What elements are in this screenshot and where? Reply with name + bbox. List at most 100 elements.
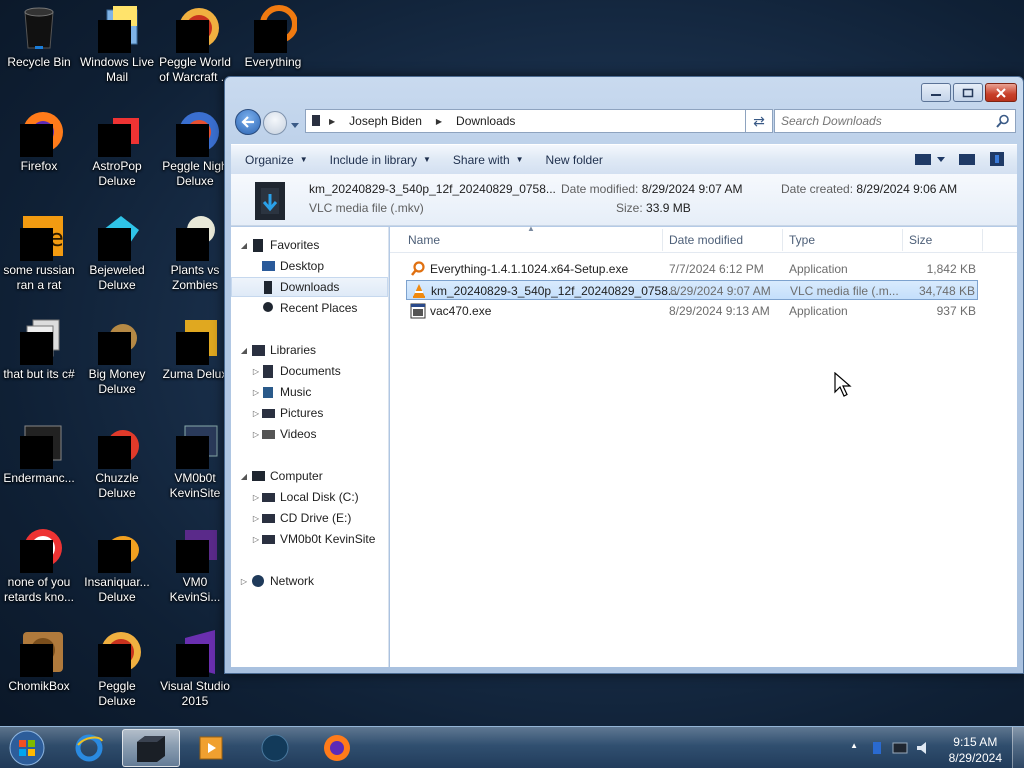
expanded-triangle-icon[interactable]: ◢ xyxy=(239,346,249,355)
collapsed-triangle-icon[interactable]: ▷ xyxy=(251,367,261,376)
breadcrumb-separator-icon: ▶ xyxy=(435,116,443,126)
table-row[interactable]: vac470.exe 8/29/2024 9:13 AM Application… xyxy=(406,301,978,321)
nav-cd-drive[interactable]: ▷ CD Drive (E:) xyxy=(231,508,388,528)
nav-desktop[interactable]: Desktop xyxy=(231,256,388,276)
nav-network[interactable]: ▷ Network xyxy=(231,571,388,591)
expanded-triangle-icon[interactable]: ◢ xyxy=(239,472,249,481)
search-input[interactable] xyxy=(775,110,985,132)
show-desktop-button[interactable] xyxy=(1012,727,1024,768)
volume-icon[interactable] xyxy=(916,741,930,755)
desktop-icon-bejeweled[interactable]: Bejeweled Deluxe xyxy=(78,208,156,304)
nav-local-disk[interactable]: ▷ Local Disk (C:) xyxy=(231,487,388,507)
desktop-icon-some-russian[interactable]: e some russian ran a rat xyxy=(0,208,78,304)
taskbar-internet-explorer[interactable] xyxy=(60,729,118,767)
desktop-icon-peggle-deluxe[interactable]: Peggle Deluxe xyxy=(78,624,156,720)
maximize-button[interactable] xyxy=(953,83,983,102)
collapsed-triangle-icon[interactable]: ▷ xyxy=(251,388,261,397)
nav-downloads[interactable]: Downloads xyxy=(231,277,388,297)
network-tray-icon[interactable] xyxy=(892,741,908,755)
details-date-created: 8/29/2024 9:06 AM xyxy=(856,182,958,196)
desktop-icon-vm0-kevinsite[interactable]: VM0 KevinSi... xyxy=(156,520,234,616)
change-view-button[interactable] xyxy=(915,152,945,169)
search-icon xyxy=(996,114,1009,128)
nav-vm0b0t-kevinsite[interactable]: ▷ VM0b0t KevinSite xyxy=(231,529,388,549)
cd-drive-icon xyxy=(262,514,275,523)
file-type: VLC media file (.m... xyxy=(790,284,899,298)
preview-pane-button[interactable] xyxy=(959,152,975,169)
desktop-icon-windows-live-mail[interactable]: Windows Live Mail xyxy=(78,0,156,96)
desktop-icon-peggle-nights[interactable]: Peggle Nigh Deluxe xyxy=(156,104,234,200)
desktop-icon-none-of-you[interactable]: none of you retards kno... xyxy=(0,520,78,616)
breadcrumb-joseph-biden[interactable]: Joseph Biden xyxy=(349,114,422,128)
taskbar-media-player[interactable] xyxy=(182,729,240,767)
clock[interactable]: 9:15 AM 8/29/2024 xyxy=(949,734,1002,766)
desktop-icon-peggle-wow[interactable]: Peggle World of Warcraft ... xyxy=(156,0,234,96)
desktop-icon-zuma[interactable]: Zuma Delux xyxy=(156,312,234,408)
column-header-name[interactable]: Name xyxy=(408,233,440,247)
collapsed-triangle-icon[interactable]: ▷ xyxy=(251,514,261,523)
view-controls xyxy=(915,151,1005,170)
table-row-selected[interactable]: km_20240829-3_540p_12f_20240829_0758... … xyxy=(406,280,978,300)
desktop-icon-astropop[interactable]: AstroPop Deluxe xyxy=(78,104,156,200)
recent-pages-button[interactable] xyxy=(291,118,299,132)
nav-libraries[interactable]: ◢ Libraries xyxy=(231,340,388,360)
desktop-icon-chomikbox[interactable]: ChomikBox xyxy=(0,624,78,720)
desktop-icon-recycle-bin[interactable]: Recycle Bin xyxy=(0,0,78,96)
taskbar-firefox[interactable] xyxy=(308,729,366,767)
taskbar-explorer[interactable] xyxy=(122,729,180,767)
close-button[interactable] xyxy=(985,83,1017,102)
nav-pictures[interactable]: ▷ Pictures xyxy=(231,403,388,423)
organize-button[interactable]: Organize ▼ xyxy=(245,153,308,167)
nav-computer[interactable]: ◢ Computer xyxy=(231,466,388,486)
nav-recent-places[interactable]: Recent Places xyxy=(231,298,388,318)
desktop-icon-insaniquarium[interactable]: Insaniquar... Deluxe xyxy=(78,520,156,616)
table-row[interactable]: Everything-1.4.1.1024.x64-Setup.exe 7/7/… xyxy=(406,259,978,279)
column-header-type[interactable]: Type xyxy=(789,233,815,247)
desktop-icon-big-money[interactable]: Big Money Deluxe xyxy=(78,312,156,408)
column-header-size[interactable]: Size xyxy=(909,233,932,247)
nav-music[interactable]: ▷ Music xyxy=(231,382,388,402)
desktop-icon-endermanc[interactable]: Endermanc... xyxy=(0,416,78,512)
breadcrumb-downloads[interactable]: Downloads xyxy=(456,114,515,128)
preview-pane-icon xyxy=(959,154,975,165)
desktop-icon-chuzzle[interactable]: Chuzzle Deluxe xyxy=(78,416,156,512)
expanded-triangle-icon[interactable]: ◢ xyxy=(239,241,249,250)
search-box[interactable] xyxy=(774,109,1016,133)
minimize-button[interactable] xyxy=(921,83,951,102)
sort-ascending-icon: ▲ xyxy=(527,224,535,233)
collapsed-triangle-icon[interactable]: ▷ xyxy=(251,535,261,544)
include-in-library-button[interactable]: Include in library ▼ xyxy=(330,153,431,167)
new-folder-button[interactable]: New folder xyxy=(546,153,603,167)
desktop-icon-vm0b0t-kevinsite[interactable]: VM0b0t KevinSite xyxy=(156,416,234,512)
collapsed-triangle-icon[interactable]: ▷ xyxy=(251,493,261,502)
help-button[interactable] xyxy=(989,151,1005,170)
desktop-icon-that-but-its-csharp[interactable]: that but its c# xyxy=(0,312,78,408)
share-with-button[interactable]: Share with ▼ xyxy=(453,153,524,167)
nav-favorites[interactable]: ◢ Favorites xyxy=(231,235,388,255)
column-header-date-modified[interactable]: Date modified xyxy=(669,233,743,247)
taskbar: ▲ 9:15 AM 8/29/2024 xyxy=(0,726,1024,768)
file-name: vac470.exe xyxy=(430,304,492,318)
desktop-icon-plants-vs-zombies[interactable]: Plants vs Zombies xyxy=(156,208,234,304)
collapsed-triangle-icon[interactable]: ▷ xyxy=(251,430,261,439)
back-button[interactable] xyxy=(235,109,261,135)
navigation-pane: ◢ Favorites Desktop Downloads Recent Pla… xyxy=(231,227,389,667)
forward-button[interactable] xyxy=(263,111,287,135)
start-button[interactable] xyxy=(0,729,54,767)
file-size: 1,842 KB xyxy=(926,262,976,276)
collapsed-triangle-icon[interactable]: ▷ xyxy=(251,409,261,418)
file-name: km_20240829-3_540p_12f_20240829_0758... xyxy=(431,284,678,298)
nav-videos[interactable]: ▷ Videos xyxy=(231,424,388,444)
taskbar-app-globe[interactable] xyxy=(246,729,304,767)
date-created-label: Date created: xyxy=(781,182,854,196)
column-headers: Name ▲ Date modified Type Size xyxy=(390,224,1017,253)
show-hidden-icons-button[interactable]: ▲ xyxy=(850,741,858,750)
action-center-flag-icon[interactable] xyxy=(870,741,884,755)
desktop-icon-visual-studio[interactable]: Visual Studio 2015 xyxy=(156,624,234,720)
address-bar[interactable]: ▶ Joseph Biden ▶ Downloads xyxy=(305,109,767,133)
desktop-icon-firefox[interactable]: Firefox xyxy=(0,104,78,200)
collapsed-triangle-icon[interactable]: ▷ xyxy=(239,577,249,586)
refresh-button[interactable]: ⇄ xyxy=(745,109,773,133)
nav-documents[interactable]: ▷ Documents xyxy=(231,361,388,381)
media-player-icon xyxy=(199,736,223,760)
